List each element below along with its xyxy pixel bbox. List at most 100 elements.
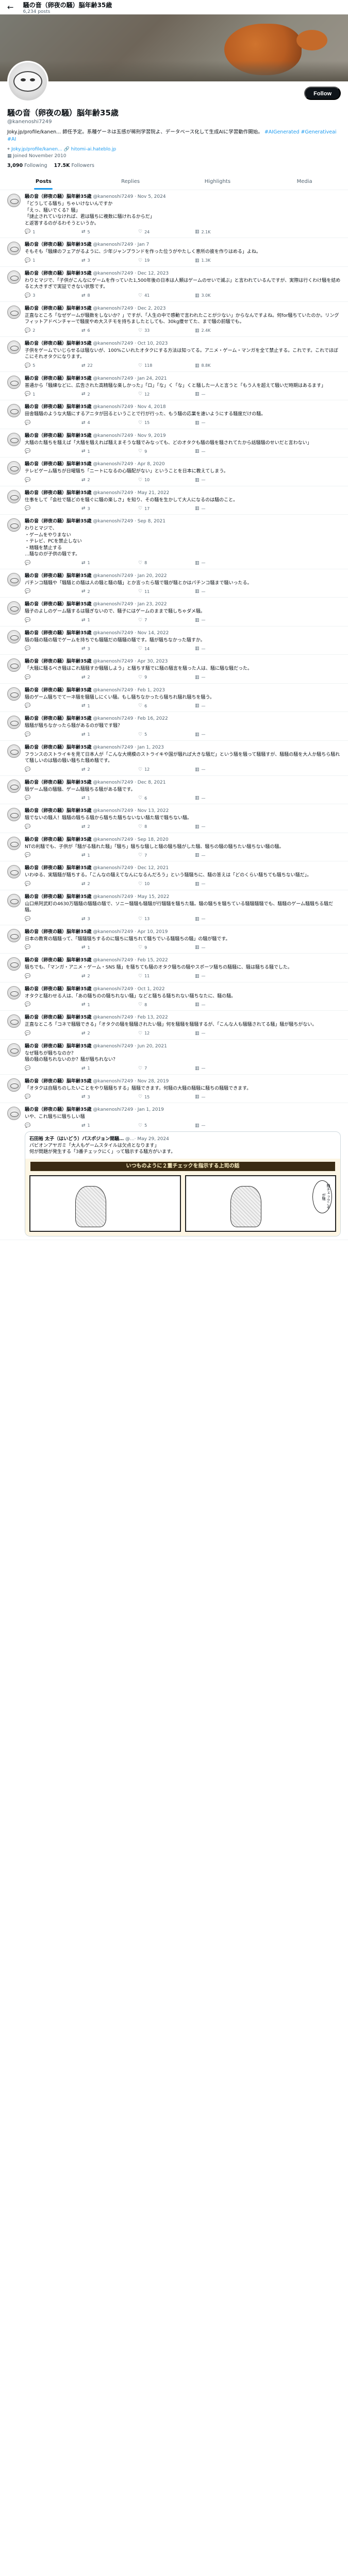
- like-button[interactable]: ♡ 19: [138, 258, 195, 263]
- tweet-handle-date[interactable]: @kanenoshi7249 · Nov 13, 2022: [93, 808, 169, 814]
- tweet-author-name[interactable]: 騒の音（卵夜の騒）脳年齢35歳: [25, 194, 92, 199]
- tweet[interactable]: 騒の音（卵夜の騒）脳年齢35歳 @kanenoshi7249 · Feb 1, …: [0, 684, 348, 712]
- tweet[interactable]: 騒の音（卵夜の騒）脳年齢35歳 @kanenoshi7249 · Apr 10,…: [0, 925, 348, 954]
- tweet-author-name[interactable]: 騒の音（卵夜の騒）脳年齢35歳: [25, 341, 92, 346]
- like-button[interactable]: ♡ 12: [138, 1031, 195, 1036]
- tweet-avatar[interactable]: [7, 716, 21, 729]
- tweet-handle-date[interactable]: @kanenoshi7249 · Jan 24, 2021: [93, 376, 167, 381]
- tweet-handle-date[interactable]: @kanenoshi7249 · Jan 7: [93, 242, 149, 247]
- like-button[interactable]: ♡ 8: [138, 1002, 195, 1007]
- reply-button[interactable]: 💬: [25, 1031, 81, 1036]
- reply-button[interactable]: 💬: [25, 795, 81, 801]
- tweet-avatar[interactable]: [7, 1043, 21, 1057]
- views-button[interactable]: ▥ —: [195, 420, 252, 426]
- tweet-handle-date[interactable]: @kanenoshi7249 · Dec 2, 2023: [93, 306, 165, 311]
- reply-button[interactable]: 💬: [25, 1066, 81, 1071]
- reply-button[interactable]: 💬 1: [25, 258, 81, 263]
- tweet-author-name[interactable]: 騒の音（卵夜の騒）脳年齢35歳: [25, 631, 92, 636]
- repost-button[interactable]: ⇄ 2: [81, 824, 138, 829]
- tweet-handle-date[interactable]: @kanenoshi7249 · Feb 1, 2023: [93, 688, 165, 693]
- tweet-avatar[interactable]: [7, 242, 21, 255]
- reply-button[interactable]: 💬: [25, 882, 81, 887]
- repost-button[interactable]: ⇄ 2: [81, 478, 138, 483]
- tweet-handle-date[interactable]: @kanenoshi7249 · Sep 8, 2021: [93, 519, 165, 524]
- tweet[interactable]: 騒の音（卵夜の騒）脳年齢35歳 @kanenoshi7249 · May 15,…: [0, 890, 348, 925]
- repost-button[interactable]: ⇄ 1: [81, 1066, 138, 1071]
- tweet[interactable]: 騒の音（卵夜の騒）脳年齢35歳 @kanenoshi7249 · Dec 8, …: [0, 776, 348, 804]
- followers-label[interactable]: Followers: [71, 163, 94, 168]
- tweet-avatar[interactable]: [7, 1107, 21, 1120]
- repost-button[interactable]: ⇄ 2: [81, 392, 138, 397]
- views-button[interactable]: ▥ 2.1K: [195, 229, 252, 234]
- reply-button[interactable]: 💬: [25, 945, 81, 950]
- tweet[interactable]: 騒の音（卵夜の騒）脳年齢35歳 @kanenoshi7249 · Sep 8, …: [0, 515, 348, 569]
- tweet-handle-date[interactable]: @kanenoshi7249 · Jun 20, 2021: [93, 1044, 167, 1049]
- reply-button[interactable]: 💬: [25, 974, 81, 979]
- quote-card[interactable]: 石田裕 太子（はいどう）パスポジョン開騒… @...· May 29, 2024…: [25, 1131, 341, 1236]
- reply-button[interactable]: 💬: [25, 853, 81, 858]
- views-button[interactable]: ▥ —: [195, 1002, 252, 1007]
- tweet-avatar[interactable]: [7, 928, 21, 942]
- tweet[interactable]: 騒の音（卵夜の騒）脳年齢35歳 @kanenoshi7249 · Oct 10,…: [0, 337, 348, 372]
- tweet-author-name[interactable]: 騒の音（卵夜の騒）脳年齢35歳: [25, 745, 92, 750]
- quote-manga-image[interactable]: いつものように２重チェックを指示する上司の話 騒チェックこそが騒: [25, 1158, 340, 1236]
- like-button[interactable]: ♡ 24: [138, 229, 195, 234]
- reply-button[interactable]: 💬: [25, 675, 81, 680]
- tweet-author-name[interactable]: 騒の音（卵夜の騒）脳年齢35歳: [25, 462, 92, 467]
- profile-banner[interactable]: [0, 14, 348, 81]
- like-button[interactable]: ♡ 12: [138, 392, 195, 397]
- views-button[interactable]: ▥ —: [195, 618, 252, 623]
- profile-avatar[interactable]: [7, 61, 48, 102]
- tweet-avatar[interactable]: [7, 779, 21, 793]
- like-button[interactable]: ♡ 14: [138, 646, 195, 651]
- tweet-avatar[interactable]: [7, 572, 21, 586]
- reply-button[interactable]: 💬: [25, 561, 81, 566]
- tab-replies[interactable]: Replies: [87, 174, 174, 190]
- tweet-handle-date[interactable]: @kanenoshi7249 · Apr 30, 2023: [93, 659, 168, 664]
- repost-button[interactable]: ⇄ 1: [81, 703, 138, 708]
- tweet[interactable]: 騒の音（卵夜の騒）脳年齢35歳 @kanenoshi7249 · Jan 1, …: [0, 741, 348, 776]
- tweet-handle-date[interactable]: @kanenoshi7249 · Jan 1, 2019: [93, 1107, 164, 1112]
- tweet-avatar[interactable]: [7, 630, 21, 643]
- views-button[interactable]: ▥ —: [195, 882, 252, 887]
- repost-button[interactable]: ⇄ 5: [81, 229, 138, 234]
- tweet-handle-date[interactable]: @kanenoshi7249 · May 21, 2022: [93, 490, 169, 496]
- repost-button[interactable]: ⇄ 6: [81, 328, 138, 333]
- tweet[interactable]: 騒の音（卵夜の騒）脳年齢35歳 @kanenoshi7249 · May 21,…: [0, 486, 348, 515]
- like-button[interactable]: ♡ 5: [138, 1123, 195, 1128]
- repost-button[interactable]: ⇄ 3: [81, 506, 138, 511]
- tweet[interactable]: 騒の音（卵夜の騒）脳年齢35歳 @kanenoshi7249 · Nov 14,…: [0, 626, 348, 655]
- profile-location[interactable]: Joky.jp/profile/kanen...: [11, 147, 64, 152]
- tweet[interactable]: 騒の音（卵夜の騒）脳年齢35歳 @kanenoshi7249 · Apr 30,…: [0, 655, 348, 684]
- tweet-avatar[interactable]: [7, 658, 21, 672]
- views-button[interactable]: ▥ —: [195, 732, 252, 737]
- tweet-avatar[interactable]: [7, 1014, 21, 1028]
- reply-button[interactable]: 💬 1: [25, 392, 81, 397]
- repost-button[interactable]: ⇄ 2: [81, 767, 138, 772]
- tweet[interactable]: 騒の音（卵夜の騒）脳年齢35歳 @kanenoshi7249 · Jan 23,…: [0, 598, 348, 626]
- tweet-handle-date[interactable]: @kanenoshi7249 · Nov 5, 2024: [93, 194, 165, 199]
- views-button[interactable]: ▥ —: [195, 974, 252, 979]
- tweet-avatar[interactable]: [7, 1078, 21, 1092]
- tweet-handle-date[interactable]: @kanenoshi7249 · Nov 9, 2019: [93, 433, 165, 438]
- like-button[interactable]: ♡ 7: [138, 853, 195, 858]
- views-button[interactable]: ▥ —: [195, 646, 252, 651]
- tweet-handle-date[interactable]: @kanenoshi7249 · Dec 12, 2021: [93, 866, 169, 871]
- repost-button[interactable]: ⇄ 2: [81, 974, 138, 979]
- following-label[interactable]: Following: [24, 163, 47, 168]
- tweet[interactable]: 騒の音（卵夜の騒）脳年齢35歳 @kanenoshi7249 · Jan 20,…: [0, 569, 348, 598]
- repost-button[interactable]: ⇄ 1: [81, 795, 138, 801]
- tweet[interactable]: 騒の音（卵夜の騒）脳年齢35歳 @kanenoshi7249 · Jan 24,…: [0, 372, 348, 400]
- tweet-author-name[interactable]: 騒の音（卵夜の騒）脳年齢35歳: [25, 894, 92, 900]
- tweet-author-name[interactable]: 騒の音（卵夜の騒）脳年齢35歳: [25, 1044, 92, 1049]
- tweet-author-name[interactable]: 騒の音（卵夜の騒）脳年齢35歳: [25, 837, 92, 842]
- repost-button[interactable]: ⇄ 2: [81, 882, 138, 887]
- tweet-handle-date[interactable]: @kanenoshi7249 · Oct 10, 2023: [93, 341, 168, 346]
- repost-button[interactable]: ⇄ 3: [81, 258, 138, 263]
- tweet-author-name[interactable]: 騒の音（卵夜の騒）脳年齢35歳: [25, 659, 92, 664]
- repost-button[interactable]: ⇄ 3: [81, 917, 138, 922]
- reply-button[interactable]: 💬: [25, 478, 81, 483]
- like-button[interactable]: ♡ 10: [138, 882, 195, 887]
- tweet-avatar[interactable]: [7, 489, 21, 503]
- tweet[interactable]: 騒の音（卵夜の騒）脳年齢35歳 @kanenoshi7249 · Jan 7 そ…: [0, 238, 348, 267]
